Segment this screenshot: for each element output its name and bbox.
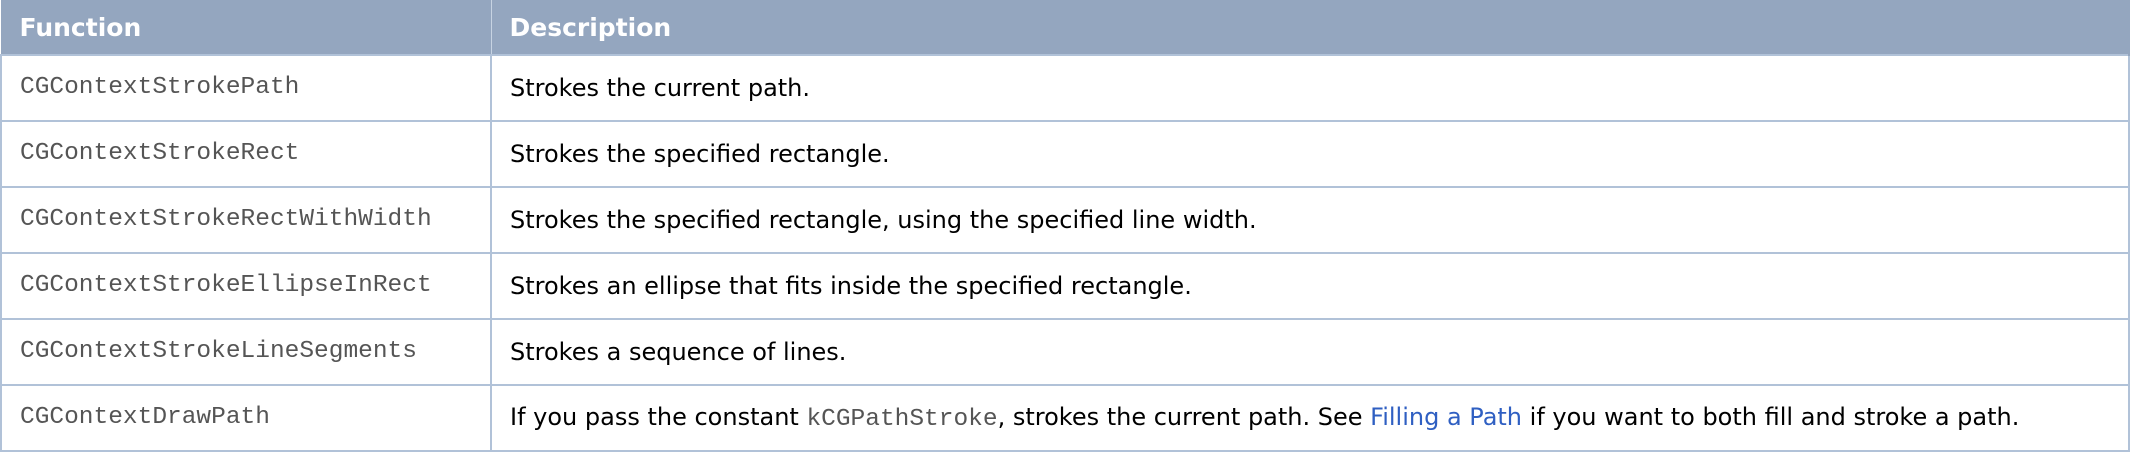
description-cell: Strokes the specified rectangle, using t…	[490, 185, 2130, 254]
constant-code: kCGPathStroke	[806, 405, 998, 433]
function-name-cell: CGContextStrokeEllipseInRect	[0, 251, 492, 320]
table-row: CGContextDrawPath If you pass the consta…	[0, 383, 2130, 452]
function-name-cell: CGContextStrokeLineSegments	[0, 317, 492, 386]
description-cell: If you pass the constant kCGPathStroke, …	[490, 383, 2130, 452]
function-table: Function Description CGContextStrokePath…	[0, 0, 2130, 452]
description-text: If you pass the constant	[510, 402, 807, 431]
column-header-description: Description	[490, 0, 2130, 55]
function-name-cell: CGContextStrokeRect	[0, 119, 492, 188]
column-header-function: Function	[0, 0, 492, 55]
table-row: CGContextStrokeEllipseInRect Strokes an …	[0, 251, 2130, 320]
description-cell: Strokes the specified rectangle.	[490, 119, 2130, 188]
table-row: CGContextStrokeRect Strokes the specifie…	[0, 119, 2130, 188]
table-row: CGContextStrokeRectWithWidth Strokes the…	[0, 185, 2130, 254]
filling-a-path-link[interactable]: Filling a Path	[1370, 403, 1522, 431]
table-row: CGContextStrokeLineSegments Strokes a se…	[0, 317, 2130, 386]
description-cell: Strokes an ellipse that fits inside the …	[490, 251, 2130, 320]
function-name-cell: CGContextStrokePath	[0, 53, 492, 122]
description-text: , strokes the current path. See	[997, 402, 1371, 431]
function-name-cell: CGContextStrokeRectWithWidth	[0, 185, 492, 254]
table-header-row: Function Description	[0, 0, 2130, 55]
description-cell: Strokes a sequence of lines.	[490, 317, 2130, 386]
function-name-cell: CGContextDrawPath	[0, 383, 492, 452]
description-cell: Strokes the current path.	[490, 53, 2130, 122]
table-row: CGContextStrokePath Strokes the current …	[0, 53, 2130, 122]
description-text: if you want to both fill and stroke a pa…	[1522, 402, 2020, 431]
